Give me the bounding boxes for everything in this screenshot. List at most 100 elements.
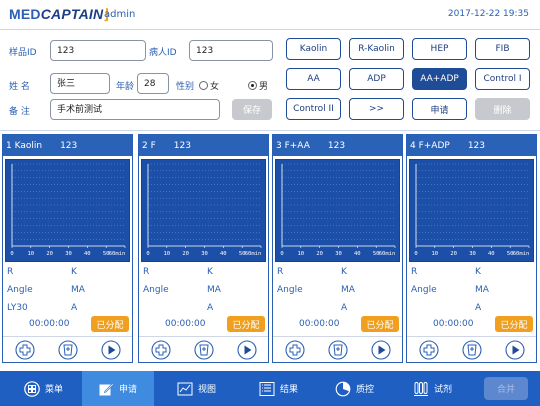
reagent-button[interactable]: Kaolin bbox=[286, 38, 341, 60]
header-bar: MEDCAPTAIN⌋ admin 2017-12-22 19:35 bbox=[0, 0, 540, 30]
datetime: 2017-12-22 19:35 bbox=[447, 9, 529, 19]
channel-title: 1 Kaolin bbox=[6, 140, 43, 151]
nav-apply[interactable]: 申请 bbox=[82, 371, 154, 406]
axis-tick-label: 40 bbox=[84, 251, 91, 257]
gender-male-radio[interactable]: 男 bbox=[248, 79, 268, 92]
channel-header[interactable]: 3 F+AA 123 bbox=[273, 135, 402, 156]
channel-timer: 00:00:00 bbox=[299, 319, 340, 329]
sample-cup-icon[interactable] bbox=[194, 340, 214, 360]
result-a-label: A bbox=[475, 303, 482, 313]
reagent-button[interactable]: ADP bbox=[349, 68, 404, 90]
teg-graph: 0 10 20 30 40 50 60min bbox=[141, 159, 266, 262]
result-a-label: A bbox=[71, 303, 78, 313]
play-icon[interactable] bbox=[237, 340, 257, 360]
axis-tick-label: 40 bbox=[220, 251, 227, 257]
age-label: 年龄 bbox=[116, 82, 135, 92]
sample-id-input[interactable]: 123 bbox=[50, 40, 146, 61]
nav-results[interactable]: 结果 bbox=[249, 371, 321, 406]
sample-cup-icon[interactable] bbox=[462, 340, 482, 360]
reagent-button[interactable]: 删除 bbox=[475, 98, 530, 120]
nav-menu[interactable]: 菜单 bbox=[14, 371, 78, 406]
assigned-badge[interactable]: 已分配 bbox=[227, 316, 265, 332]
channel-title: 3 F+AA bbox=[276, 140, 310, 151]
reagent-button[interactable]: Control II bbox=[286, 98, 341, 120]
panel-divider bbox=[3, 336, 132, 337]
merge-button[interactable]: 合并 bbox=[484, 377, 528, 400]
teg-graph-canvas: 0 10 20 30 40 50 60min bbox=[146, 163, 262, 257]
axis-tick-label: 20 bbox=[450, 251, 457, 257]
radio-male-circle bbox=[248, 81, 257, 90]
nav-view[interactable]: 视图 bbox=[167, 371, 239, 406]
axis-tick-label: 0 bbox=[414, 251, 417, 257]
teg-graph: 0 10 20 30 40 50 60min bbox=[275, 159, 400, 262]
axis-tick-label: 60min bbox=[379, 251, 396, 257]
axis-tick-label: 30 bbox=[65, 251, 72, 257]
add-icon[interactable] bbox=[15, 340, 35, 360]
result-a-label: A bbox=[341, 303, 348, 313]
axis-tick-label: 30 bbox=[469, 251, 476, 257]
username[interactable]: admin bbox=[104, 9, 135, 20]
result-a-label: A bbox=[207, 303, 214, 313]
save-button[interactable]: 保存 bbox=[232, 99, 272, 120]
sample-cup-icon[interactable] bbox=[58, 340, 78, 360]
menu-grid-icon bbox=[24, 380, 40, 397]
channel-header[interactable]: 1 Kaolin 123 bbox=[3, 135, 132, 156]
result-ma-label: MA bbox=[341, 285, 355, 295]
add-icon[interactable] bbox=[285, 340, 305, 360]
name-input[interactable]: 张三 bbox=[50, 73, 110, 94]
teg-graph-canvas: 0 10 20 30 40 50 60min bbox=[10, 163, 126, 257]
axis-tick-label: 20 bbox=[316, 251, 323, 257]
age-input[interactable]: 28 bbox=[137, 73, 169, 94]
channel-timer: 00:00:00 bbox=[29, 319, 70, 329]
assigned-badge[interactable]: 已分配 bbox=[91, 316, 129, 332]
name-label: 姓 名 bbox=[9, 82, 30, 92]
channel-header[interactable]: 4 F+ADP 123 bbox=[407, 135, 536, 156]
add-icon[interactable] bbox=[151, 340, 171, 360]
form-divider bbox=[0, 130, 540, 131]
reagent-tubes-icon bbox=[414, 381, 428, 396]
axis-tick-label: 30 bbox=[201, 251, 208, 257]
play-icon[interactable] bbox=[101, 340, 121, 360]
nav-reagent[interactable]: 试剂 bbox=[403, 371, 475, 406]
sample-cup-icon[interactable] bbox=[328, 340, 348, 360]
reagent-button[interactable]: R-Kaolin bbox=[349, 38, 404, 60]
remark-input[interactable]: 手术前测试 bbox=[50, 99, 220, 120]
teg-graph-canvas: 0 10 20 30 40 50 60min bbox=[280, 163, 396, 257]
teg-graph: 0 10 20 30 40 50 60min bbox=[5, 159, 130, 262]
assigned-badge[interactable]: 已分配 bbox=[495, 316, 533, 332]
channel-header[interactable]: 2 F 123 bbox=[139, 135, 268, 156]
panel-divider bbox=[407, 336, 536, 337]
reagent-button[interactable]: AA+ADP bbox=[412, 68, 467, 90]
teg-graph: 0 10 20 30 40 50 60min bbox=[409, 159, 534, 262]
axis-tick-label: 10 bbox=[431, 251, 438, 257]
reagent-button[interactable]: AA bbox=[286, 68, 341, 90]
channel-sample-id: 123 bbox=[467, 140, 486, 151]
result-ly30-label: LY30 bbox=[7, 303, 28, 313]
play-icon[interactable] bbox=[505, 340, 525, 360]
play-icon[interactable] bbox=[371, 340, 391, 360]
channel-panel: 2 F 123 0 10 20 30 40 50 60min R K Angle MA A 00:00:00… bbox=[138, 134, 269, 363]
assigned-badge[interactable]: 已分配 bbox=[361, 316, 399, 332]
result-ma-label: MA bbox=[71, 285, 85, 295]
result-r-label: R bbox=[277, 267, 284, 277]
patient-id-input[interactable]: 123 bbox=[189, 40, 273, 61]
gender-label: 性别 bbox=[176, 82, 195, 92]
axis-tick-label: 10 bbox=[297, 251, 304, 257]
reagent-button[interactable]: >> bbox=[349, 98, 404, 120]
reagent-button[interactable]: 申请 bbox=[412, 98, 467, 120]
chart-view-icon bbox=[177, 382, 193, 395]
medcaptain-logo: MEDCAPTAIN⌋ bbox=[9, 6, 109, 22]
channel-timer: 00:00:00 bbox=[165, 319, 206, 329]
reagent-button[interactable]: FIB bbox=[475, 38, 530, 60]
nav-qc[interactable]: 质控 bbox=[325, 371, 397, 406]
result-r-label: R bbox=[7, 267, 14, 277]
axis-tick-label: 0 bbox=[146, 251, 149, 257]
reagent-button[interactable]: Control I bbox=[475, 68, 530, 90]
add-icon[interactable] bbox=[419, 340, 439, 360]
result-r-label: R bbox=[143, 267, 150, 277]
channel-timer: 00:00:00 bbox=[433, 319, 474, 329]
reagent-button[interactable]: HEP bbox=[412, 38, 467, 60]
axis-tick-label: 20 bbox=[182, 251, 189, 257]
gender-female-radio[interactable]: 女 bbox=[199, 79, 219, 92]
result-angle-label: Angle bbox=[411, 285, 437, 295]
